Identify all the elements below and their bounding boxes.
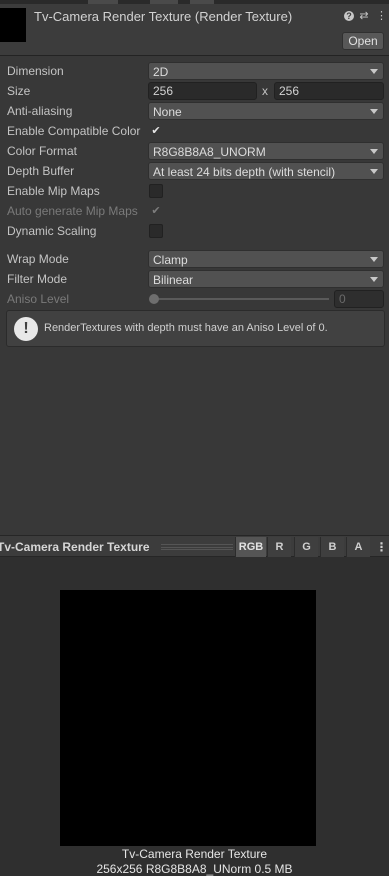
depth-buffer-label: Depth Buffer (7, 164, 75, 178)
size-x-label: x (262, 84, 268, 98)
aniso-level-label: Aniso Level (7, 292, 70, 306)
color-format-dropdown[interactable]: R8G8B8A8_UNORM (148, 142, 384, 160)
inspector-header: Tv-Camera Render Texture (Render Texture… (0, 0, 389, 56)
wrap-mode-value: Clamp (153, 253, 188, 267)
wrap-mode-dropdown[interactable]: Clamp (148, 250, 384, 268)
dimension-dropdown[interactable]: 2D (148, 62, 384, 80)
size-width-field[interactable]: 256 (148, 82, 257, 100)
chevron-down-icon (370, 169, 378, 174)
color-format-label: Color Format (7, 144, 78, 158)
tab-strip (0, 0, 389, 4)
mip-maps-label: Enable Mip Maps (7, 184, 100, 198)
size-height-field[interactable]: 256 (274, 82, 384, 100)
wrap-mode-label: Wrap Mode (7, 252, 69, 266)
color-format-row: Color Format R8G8B8A8_UNORM (0, 141, 389, 161)
more-vertical-icon[interactable]: ⋮ (374, 537, 389, 557)
channel-g-button[interactable]: G (294, 537, 318, 557)
size-label: Size (7, 84, 31, 98)
chevron-down-icon (370, 109, 378, 114)
compatible-color-label: Enable Compatible Color (7, 124, 141, 138)
chevron-down-icon (370, 257, 378, 262)
texture-thumbnail (0, 8, 26, 42)
filter-mode-label: Filter Mode (7, 272, 68, 286)
wrap-mode-row: Wrap Mode Clamp (0, 249, 389, 269)
auto-mip-row: Auto generate Mip Maps ✔ (0, 201, 389, 221)
preview-caption-name: Tv-Camera Render Texture (121, 847, 268, 861)
drag-grip-icon[interactable] (161, 544, 233, 550)
dimension-row: Dimension 2D (0, 61, 389, 81)
chevron-down-icon (370, 277, 378, 282)
help-box: ! RenderTextures with depth must have an… (6, 310, 385, 347)
dimension-label: Dimension (7, 64, 64, 78)
preview-header: Tv-Camera Render Texture RGB R G B A ⋮ (0, 535, 389, 557)
texture-preview (60, 590, 316, 846)
preview-area: Tv-Camera Render Texture 256x256 R8G8B8A… (0, 557, 389, 876)
aniso-slider-track (152, 298, 329, 300)
open-button[interactable]: Open (342, 32, 384, 50)
color-format-value: R8G8B8A8_UNORM (153, 145, 266, 159)
presets-icon[interactable]: ⇄ (358, 10, 370, 22)
dimension-value: 2D (153, 65, 169, 79)
anti-aliasing-row: Anti-aliasing None (0, 101, 389, 121)
help-icon[interactable]: ? (343, 10, 355, 22)
depth-buffer-row: Depth Buffer At least 24 bits depth (wit… (0, 161, 389, 181)
channel-rgb-button[interactable]: RGB (235, 537, 266, 557)
mip-maps-row: Enable Mip Maps (0, 181, 389, 201)
chevron-down-icon (370, 149, 378, 154)
compatible-color-checkbox[interactable]: ✔ (149, 124, 163, 138)
anti-aliasing-dropdown[interactable]: None (148, 102, 384, 120)
aniso-level-field: 0 (334, 290, 384, 308)
dynamic-scaling-checkbox[interactable] (149, 224, 163, 238)
preview-title: Tv-Camera Render Texture (0, 540, 150, 554)
filter-mode-row: Filter Mode Bilinear (0, 269, 389, 289)
size-row: Size 256 x 256 (0, 81, 389, 101)
depth-buffer-value: At least 24 bits depth (with stencil) (153, 165, 336, 179)
dynamic-scaling-row: Dynamic Scaling (0, 221, 389, 241)
chevron-down-icon (370, 69, 378, 74)
mip-maps-checkbox[interactable] (149, 184, 163, 198)
anti-aliasing-value: None (153, 105, 182, 119)
depth-buffer-dropdown[interactable]: At least 24 bits depth (with stencil) (148, 162, 384, 180)
auto-mip-label: Auto generate Mip Maps (7, 204, 138, 218)
preview-caption-info: 256x256 R8G8B8A8_UNorm 0.5 MB (96, 862, 293, 876)
compatible-color-row: Enable Compatible Color ✔ (0, 121, 389, 141)
info-icon: ! (14, 317, 38, 341)
asset-title: Tv-Camera Render Texture (Render Texture… (34, 9, 293, 24)
channel-b-button[interactable]: B (320, 537, 344, 557)
filter-mode-value: Bilinear (153, 273, 194, 287)
aniso-slider-thumb (149, 294, 159, 304)
help-message: RenderTextures with depth must have an A… (44, 322, 328, 334)
filter-mode-dropdown[interactable]: Bilinear (148, 270, 384, 288)
channel-r-button[interactable]: R (267, 537, 291, 557)
dynamic-scaling-label: Dynamic Scaling (7, 224, 97, 238)
channel-a-button[interactable]: A (346, 537, 370, 557)
aniso-level-row: Aniso Level 0 (0, 289, 389, 309)
anti-aliasing-label: Anti-aliasing (7, 104, 73, 118)
auto-mip-checkbox: ✔ (151, 205, 161, 217)
more-vertical-icon[interactable]: ⋮ (376, 10, 387, 22)
